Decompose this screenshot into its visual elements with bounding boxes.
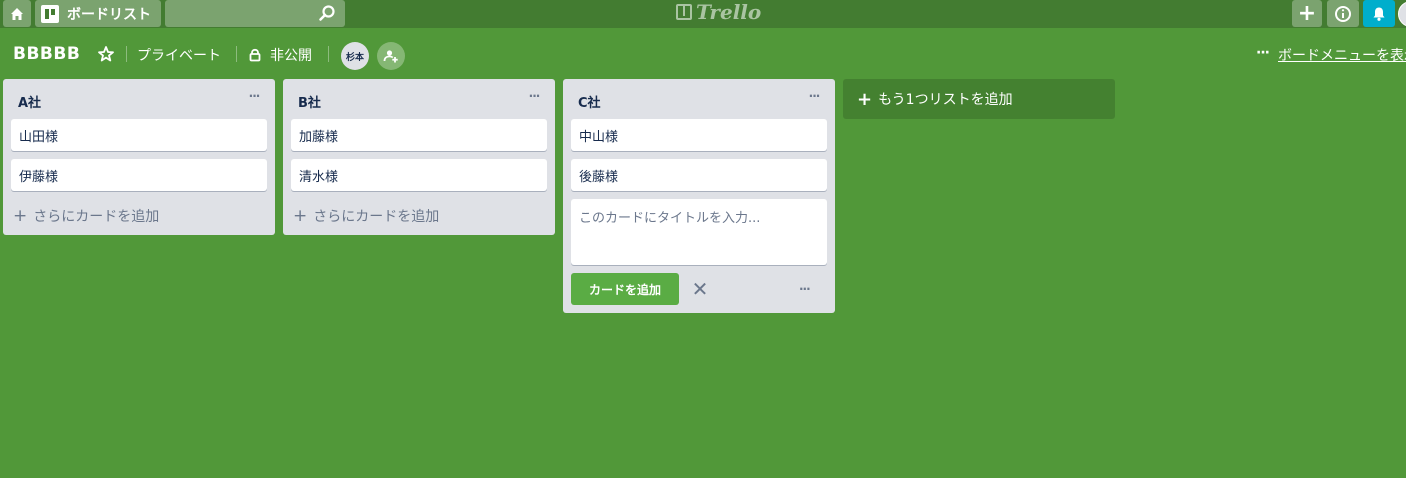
list: B社 ··· 加藤様 清水様 + さらにカードを追加 <box>283 79 555 235</box>
top-header: ボードリスト Trello + <box>0 0 1406 28</box>
divider <box>236 46 237 62</box>
add-list-label: もう1つリストを追加 <box>878 92 1013 108</box>
home-icon <box>11 7 23 20</box>
boards-label: ボードリスト <box>67 6 151 23</box>
invite-member-button[interactable] <box>377 42 405 70</box>
list-title[interactable]: A社 <box>18 92 41 111</box>
composer-more-icon[interactable]: ··· <box>799 282 811 296</box>
plus-icon: + <box>293 206 308 226</box>
list-title[interactable]: C社 <box>578 92 601 111</box>
member-avatar[interactable]: 杉本 <box>341 42 369 70</box>
star-icon[interactable] <box>97 45 115 63</box>
card[interactable]: 伊藤様 <box>11 159 267 191</box>
card[interactable]: 清水様 <box>291 159 547 191</box>
boards-icon <box>41 4 59 23</box>
visibility-button[interactable]: 非公開 <box>248 45 312 65</box>
search-box[interactable] <box>165 0 345 27</box>
boards-button[interactable]: ボードリスト <box>35 0 161 27</box>
user-avatar[interactable] <box>1398 1 1406 27</box>
card[interactable]: 加藤様 <box>291 119 547 151</box>
board-title[interactable]: BBBBB <box>13 44 80 64</box>
add-member-icon <box>383 50 398 63</box>
plus-icon: + <box>1297 1 1317 26</box>
add-list-button[interactable]: + もう1つリストを追加 <box>843 79 1115 119</box>
list-title[interactable]: B社 <box>298 92 321 111</box>
logo-text: Trello <box>696 0 762 24</box>
add-card-submit-button[interactable]: カードを追加 <box>571 273 679 305</box>
info-icon <box>1335 5 1351 22</box>
search-icon[interactable] <box>317 3 337 23</box>
list-menu-icon[interactable]: ··· <box>243 89 265 103</box>
notifications-button[interactable] <box>1363 0 1395 27</box>
visibility-label: 非公開 <box>270 48 312 64</box>
divider <box>126 46 127 62</box>
search-input[interactable] <box>165 0 315 27</box>
list: C社 ··· 中山様 後藤様 カードを追加 ✕ ··· <box>563 79 835 313</box>
divider <box>328 46 329 62</box>
list-header[interactable]: A社 ··· <box>3 79 275 119</box>
info-button[interactable] <box>1327 0 1359 27</box>
list: A社 ··· 山田様 伊藤様 + さらにカードを追加 <box>3 79 275 235</box>
add-card-label: さらにカードを追加 <box>313 209 440 225</box>
add-card-button[interactable]: + さらにカードを追加 <box>13 206 159 226</box>
create-button[interactable]: + <box>1292 0 1322 27</box>
show-board-menu-link[interactable]: ボードメニューを表示 <box>1278 45 1406 65</box>
trello-logo[interactable]: Trello <box>676 0 761 24</box>
list-menu-icon[interactable]: ··· <box>803 89 825 103</box>
trello-logo-icon <box>676 4 692 20</box>
more-icon[interactable]: ··· <box>1256 45 1270 61</box>
card-composer <box>571 199 827 265</box>
list-header[interactable]: C社 ··· <box>563 79 835 119</box>
list-header[interactable]: B社 ··· <box>283 79 555 119</box>
home-button[interactable] <box>3 0 31 27</box>
plus-icon: + <box>13 206 28 226</box>
list-menu-icon[interactable]: ··· <box>523 89 545 103</box>
card[interactable]: 中山様 <box>571 119 827 151</box>
add-card-label: さらにカードを追加 <box>33 209 160 225</box>
bell-icon <box>1373 7 1385 21</box>
card[interactable]: 山田様 <box>11 119 267 151</box>
board-team-button[interactable]: プライベート <box>137 45 221 65</box>
card-title-input[interactable] <box>571 199 827 265</box>
close-icon[interactable]: ✕ <box>687 276 713 302</box>
plus-icon: + <box>857 88 873 110</box>
add-card-button[interactable]: + さらにカードを追加 <box>293 206 439 226</box>
lock-icon <box>249 48 261 62</box>
card[interactable]: 後藤様 <box>571 159 827 191</box>
